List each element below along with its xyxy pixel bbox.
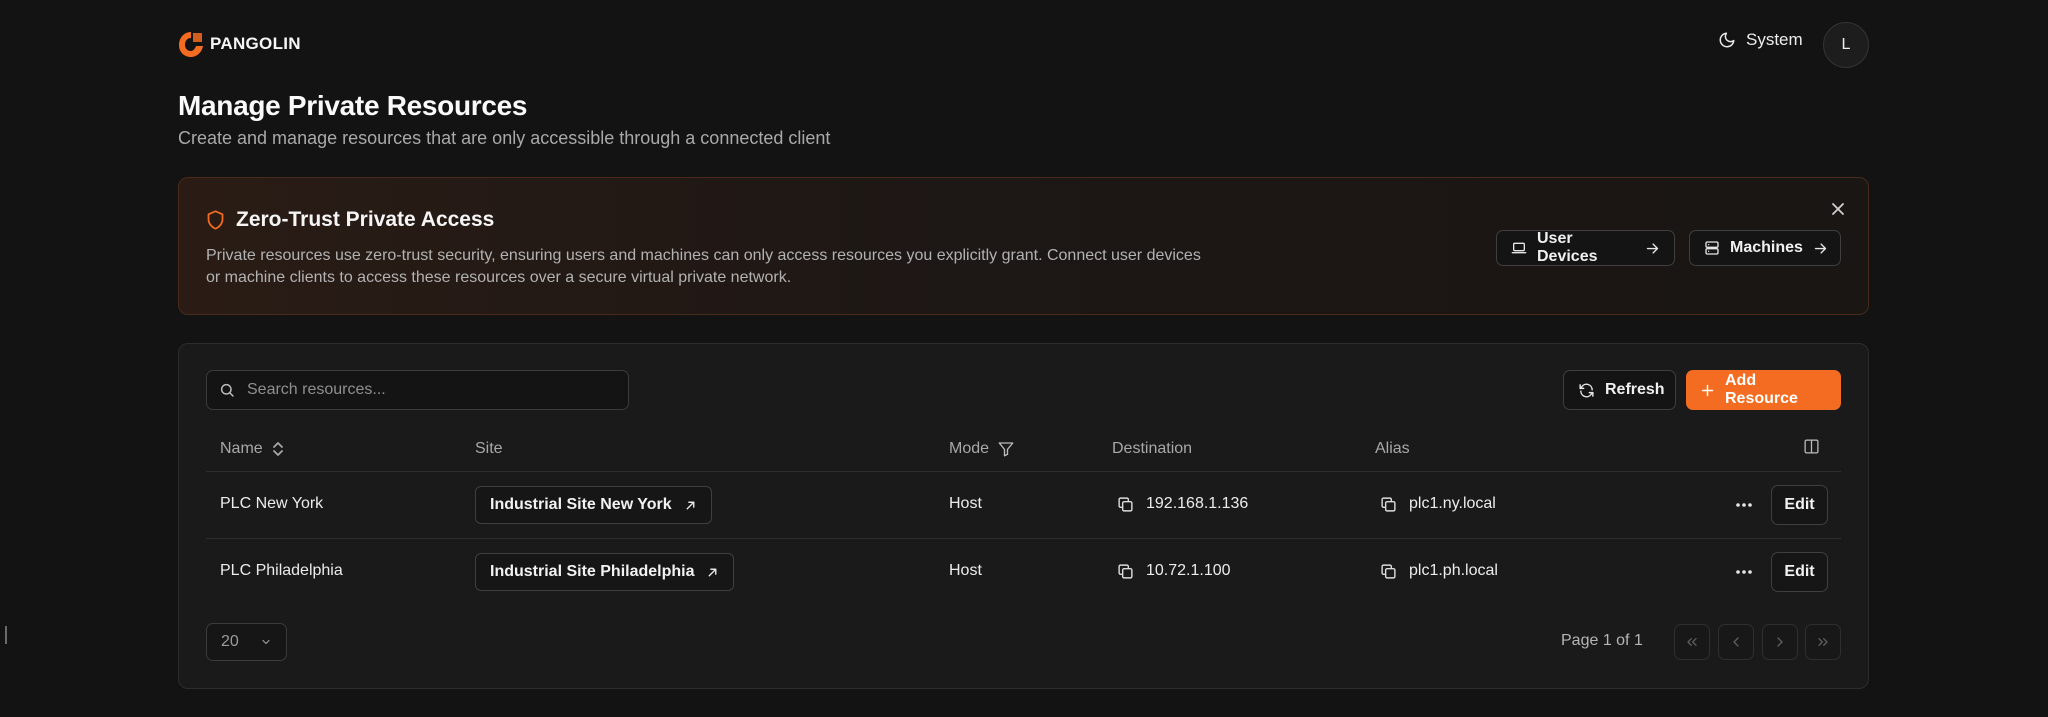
avatar-initial: L xyxy=(1841,36,1851,53)
shield-icon xyxy=(205,209,226,231)
user-devices-button[interactable]: User Devices xyxy=(1496,230,1675,266)
page-info: Page 1 of 1 xyxy=(1561,632,1643,649)
site-label: Industrial Site New York xyxy=(490,496,672,513)
chevron-right-icon xyxy=(1772,634,1788,650)
banner-title: Zero-Trust Private Access xyxy=(236,208,495,231)
brand-logo[interactable]: PANGOLIN xyxy=(178,30,301,58)
filter-icon[interactable] xyxy=(997,440,1015,458)
row-alias: plc1.ny.local xyxy=(1380,495,1496,513)
search-icon xyxy=(219,382,235,398)
column-destination-label: Destination xyxy=(1112,440,1193,457)
column-site-label: Site xyxy=(475,440,503,457)
add-resource-button[interactable]: Add Resource xyxy=(1686,370,1841,410)
theme-label: System xyxy=(1746,30,1803,49)
row-name: PLC New York xyxy=(220,495,324,512)
row-destination: 10.72.1.100 xyxy=(1117,562,1231,580)
copy-icon[interactable] xyxy=(1380,563,1397,580)
sort-icon[interactable] xyxy=(271,441,285,457)
chevrons-left-icon xyxy=(1684,634,1700,650)
column-name-label: Name xyxy=(220,440,263,457)
row-name: PLC Philadelphia xyxy=(220,562,343,579)
site-link[interactable]: Industrial Site Philadelphia xyxy=(475,553,735,591)
refresh-icon xyxy=(1578,382,1595,399)
chevrons-right-icon xyxy=(1815,634,1831,650)
banner-title-row: Zero-Trust Private Access xyxy=(205,208,494,232)
row-mode: Host xyxy=(949,562,982,579)
row-mode: Host xyxy=(949,495,982,512)
page-subtitle: Create and manage resources that are onl… xyxy=(178,128,831,148)
moon-icon xyxy=(1718,31,1736,49)
search-input[interactable] xyxy=(247,381,607,399)
page-size-select[interactable]: 20 xyxy=(206,623,287,661)
plus-icon xyxy=(1700,383,1715,398)
page-size-value: 20 xyxy=(221,633,239,650)
edge-marker xyxy=(5,626,7,644)
copy-icon[interactable] xyxy=(1117,496,1134,513)
row-destination: 192.168.1.136 xyxy=(1117,495,1248,513)
column-header-alias: Alias xyxy=(1375,440,1410,458)
server-icon xyxy=(1704,240,1720,256)
row-alias: plc1.ph.local xyxy=(1380,562,1498,580)
columns-icon[interactable] xyxy=(1803,438,1820,455)
previous-page-button[interactable] xyxy=(1718,624,1754,660)
banner-description: Private resources use zero-trust securit… xyxy=(206,247,1201,286)
alias-value: plc1.ph.local xyxy=(1409,562,1498,579)
destination-value: 10.72.1.100 xyxy=(1146,562,1231,579)
edit-button[interactable]: Edit xyxy=(1771,552,1828,592)
external-link-icon xyxy=(706,566,719,579)
copy-icon[interactable] xyxy=(1380,496,1397,513)
page-title: Manage Private Resources xyxy=(178,90,528,121)
arrow-right-icon xyxy=(1645,241,1660,256)
machines-label: Machines xyxy=(1730,239,1803,256)
column-header-mode[interactable]: Mode xyxy=(949,440,1015,458)
next-page-button[interactable] xyxy=(1762,624,1798,660)
site-label: Industrial Site Philadelphia xyxy=(490,563,695,580)
user-devices-label: User Devices xyxy=(1537,230,1598,265)
column-header-site: Site xyxy=(475,440,503,458)
pangolin-logo-icon xyxy=(178,30,204,58)
table-row xyxy=(206,539,1841,605)
site-link[interactable]: Industrial Site New York xyxy=(475,486,712,524)
column-mode-label: Mode xyxy=(949,440,990,457)
user-avatar[interactable]: L xyxy=(1823,22,1869,68)
column-alias-label: Alias xyxy=(1375,440,1410,457)
search-field[interactable] xyxy=(206,370,629,410)
arrow-right-icon xyxy=(1813,241,1828,256)
more-icon[interactable] xyxy=(1731,559,1757,585)
column-header-name[interactable]: Name xyxy=(220,440,285,458)
more-icon[interactable] xyxy=(1731,492,1757,518)
table-row xyxy=(206,472,1841,538)
external-link-icon xyxy=(684,499,697,512)
copy-icon[interactable] xyxy=(1117,563,1134,580)
refresh-button[interactable]: Refresh xyxy=(1563,370,1676,410)
alias-value: plc1.ny.local xyxy=(1409,495,1496,512)
close-icon[interactable] xyxy=(1827,198,1849,220)
refresh-label: Refresh xyxy=(1605,381,1665,398)
laptop-icon xyxy=(1511,240,1527,256)
last-page-button[interactable] xyxy=(1805,624,1841,660)
edit-button[interactable]: Edit xyxy=(1771,485,1828,525)
first-page-button[interactable] xyxy=(1674,624,1710,660)
add-resource-label: Add Resource xyxy=(1725,372,1798,407)
chevron-left-icon xyxy=(1728,634,1744,650)
destination-value: 192.168.1.136 xyxy=(1146,495,1249,512)
machines-button[interactable]: Machines xyxy=(1689,230,1841,266)
theme-toggle[interactable]: System xyxy=(1718,30,1803,50)
column-header-destination: Destination xyxy=(1112,440,1192,458)
brand-name: PANGOLIN xyxy=(210,34,301,53)
chevron-down-icon xyxy=(260,636,272,648)
